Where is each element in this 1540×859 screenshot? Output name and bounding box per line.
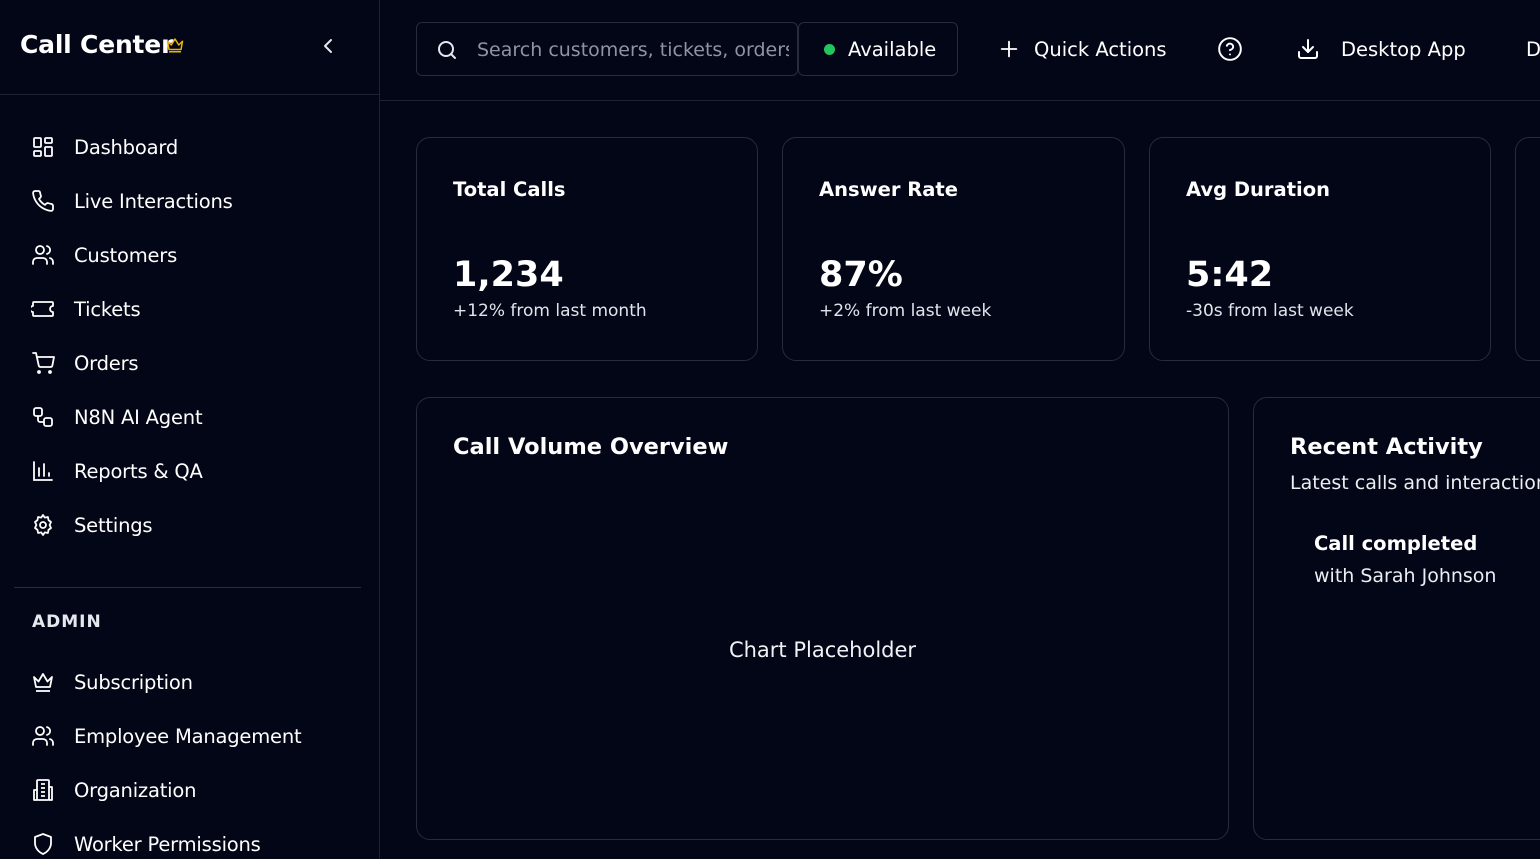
status-label: Available xyxy=(848,37,937,61)
search-icon xyxy=(438,41,456,59)
search-input[interactable] xyxy=(477,33,789,67)
sidebar-item-label: Orders xyxy=(74,351,139,375)
brand-title: Call Center xyxy=(20,30,174,59)
app-root: Call Center Dashboard Live Interactions xyxy=(0,0,1540,859)
call-volume-title: Call Volume Overview xyxy=(453,434,729,460)
sidebar-item-label: N8N AI Agent xyxy=(74,405,203,429)
sidebar-item-subscription[interactable]: Subscription xyxy=(14,659,362,705)
sidebar-item-label: Worker Permissions xyxy=(74,832,261,856)
stat-card-partial xyxy=(1515,137,1540,361)
stat-delta: +2% from last week xyxy=(819,301,992,321)
quick-actions-label: Quick Actions xyxy=(1034,37,1167,61)
crown-icon xyxy=(166,38,184,53)
sidebar: Call Center Dashboard Live Interactions xyxy=(0,0,380,859)
stat-card-answer-rate: Answer Rate 87% +2% from last week xyxy=(782,137,1125,361)
activity-item-detail: with Sarah Johnson xyxy=(1314,565,1497,587)
sidebar-item-label: Reports & QA xyxy=(74,459,203,483)
gear-icon xyxy=(31,513,55,537)
building-icon xyxy=(31,778,55,802)
sidebar-item-settings[interactable]: Settings xyxy=(14,502,362,548)
stat-title: Avg Duration xyxy=(1186,178,1330,201)
chevron-left-icon[interactable] xyxy=(318,35,338,57)
shield-icon xyxy=(31,832,55,856)
sidebar-divider xyxy=(14,587,361,588)
help-circle-icon xyxy=(1218,37,1242,61)
sidebar-item-orders[interactable]: Orders xyxy=(14,340,362,386)
search-box xyxy=(416,22,798,76)
stat-delta: +12% from last month xyxy=(453,301,647,321)
stat-title: Answer Rate xyxy=(819,178,958,201)
activity-item-title: Call completed xyxy=(1314,532,1478,555)
stat-value: 87% xyxy=(819,255,903,295)
recent-activity-panel: Recent Activity Latest calls and interac… xyxy=(1253,397,1540,840)
sidebar-item-customers[interactable]: Customers xyxy=(14,232,362,278)
topbar: Available Quick Actions Desktop App D xyxy=(380,0,1540,101)
dashboard-icon xyxy=(31,135,55,159)
sidebar-header: Call Center xyxy=(0,0,379,95)
call-volume-panel: Call Volume Overview Chart Placeholder xyxy=(416,397,1229,840)
quick-actions-button[interactable]: Quick Actions xyxy=(998,22,1167,76)
sidebar-item-label: Customers xyxy=(74,243,178,267)
stat-value: 1,234 xyxy=(453,255,564,295)
sidebar-item-label: Employee Management xyxy=(74,724,302,748)
availability-status-button[interactable]: Available xyxy=(798,22,958,76)
stat-card-total-calls: Total Calls 1,234 +12% from last month xyxy=(416,137,758,361)
users-icon xyxy=(31,243,55,267)
stat-title: Total Calls xyxy=(453,178,566,201)
sidebar-item-label: Tickets xyxy=(74,297,141,321)
bar-chart-icon xyxy=(31,459,55,483)
admin-section-label: ADMIN xyxy=(32,612,102,632)
desktop-app-label: Desktop App xyxy=(1341,37,1466,61)
sidebar-item-organization[interactable]: Organization xyxy=(14,767,362,813)
status-dot xyxy=(824,43,835,55)
overflow-button[interactable]: D xyxy=(1526,22,1540,76)
stat-card-avg-duration: Avg Duration 5:42 -30s from last week xyxy=(1149,137,1491,361)
cart-icon xyxy=(31,351,55,375)
sidebar-item-label: Organization xyxy=(74,778,197,802)
users-icon xyxy=(31,724,55,748)
ticket-icon xyxy=(31,297,55,321)
stat-value: 5:42 xyxy=(1186,255,1274,295)
sidebar-item-live-interactions[interactable]: Live Interactions xyxy=(14,178,362,224)
plus-icon xyxy=(1000,40,1018,58)
sidebar-item-worker-permissions[interactable]: Worker Permissions xyxy=(14,821,362,859)
sidebar-item-dashboard[interactable]: Dashboard xyxy=(14,124,362,170)
sidebar-item-employee-management[interactable]: Employee Management xyxy=(14,713,362,759)
sidebar-item-tickets[interactable]: Tickets xyxy=(14,286,362,332)
help-button[interactable] xyxy=(1217,22,1243,76)
stat-delta: -30s from last week xyxy=(1186,301,1354,321)
desktop-app-button[interactable]: Desktop App xyxy=(1296,22,1466,76)
recent-activity-subtitle: Latest calls and interactions xyxy=(1290,472,1540,494)
overflow-label: D xyxy=(1526,37,1540,61)
sidebar-item-label: Settings xyxy=(74,513,153,537)
sidebar-item-label: Dashboard xyxy=(74,135,178,159)
crown-icon xyxy=(31,670,55,694)
workflow-icon xyxy=(31,405,55,429)
sidebar-item-label: Subscription xyxy=(74,670,193,694)
sidebar-item-reports-qa[interactable]: Reports & QA xyxy=(14,448,362,494)
sidebar-item-label: Live Interactions xyxy=(74,189,233,213)
chart-placeholder: Chart Placeholder xyxy=(728,638,917,662)
sidebar-item-n8n-ai-agent[interactable]: N8N AI Agent xyxy=(14,394,362,440)
phone-icon xyxy=(31,189,55,213)
recent-activity-title: Recent Activity xyxy=(1290,434,1483,460)
download-icon xyxy=(1298,39,1318,59)
